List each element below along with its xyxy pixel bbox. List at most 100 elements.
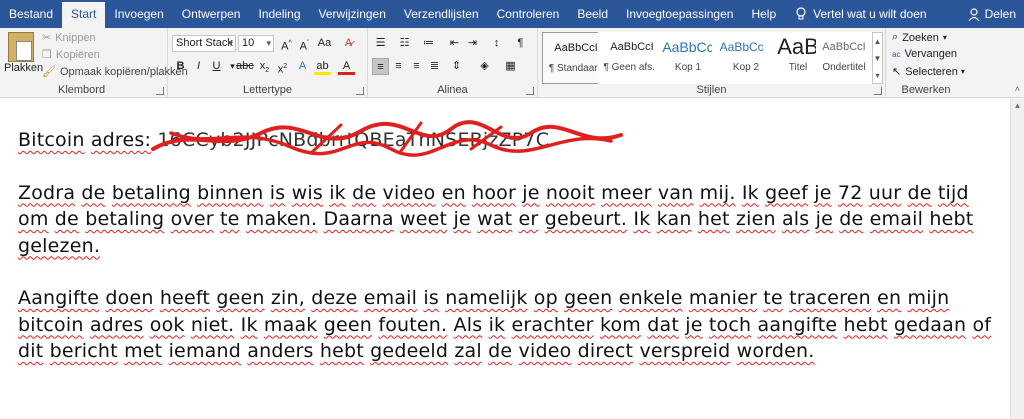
replace-label: Vervangen: [904, 48, 958, 60]
align-center-icon[interactable]: ≡: [390, 58, 407, 75]
share-button[interactable]: Delen: [968, 0, 1016, 28]
font-group-label: Lettertype: [243, 84, 292, 96]
select-button[interactable]: ↖ Selecteren ▾: [892, 65, 965, 79]
word: geen: [216, 287, 265, 309]
word: als: [781, 208, 810, 230]
cut-button[interactable]: ✂ Knippen: [42, 31, 96, 45]
word: te: [219, 208, 240, 230]
tab-help[interactable]: Help: [742, 0, 785, 28]
document-page[interactable]: Bitcoin adres: 16CCyb2JJPcNBdbrrtQBEaThN…: [18, 120, 993, 365]
font-size-select[interactable]: 10: [238, 35, 274, 52]
tab-controleren[interactable]: Controleren: [488, 0, 569, 28]
word: de: [839, 208, 864, 230]
strikethrough-icon[interactable]: abc: [236, 58, 254, 75]
multilevel-list-icon[interactable]: ≔: [420, 35, 437, 52]
tab-invoegtoepassingen[interactable]: Invoegtoepassingen: [617, 0, 742, 28]
address-value: 16CCyb2JJPcNBdbrrtQBEaThNSEBjzZP7C: [157, 129, 550, 151]
word: adres: [89, 313, 144, 336]
scroll-up-icon[interactable]: ▲: [1011, 99, 1024, 113]
search-icon: ⌕: [892, 31, 899, 43]
paragraph-group: ☰ ☷ ≔ ⇤ ⇥ ↕ ¶ ≡ ≡ ≡ ≣ ⇕ ◈ ▦ Alinea: [368, 28, 538, 98]
collapse-ribbon-icon[interactable]: ˄: [1015, 84, 1020, 94]
chevron-down-icon: ▾: [960, 67, 965, 76]
highlight-icon[interactable]: ab: [314, 58, 331, 75]
show-marks-icon[interactable]: ¶: [512, 35, 529, 52]
word: dat: [647, 313, 680, 336]
word: hoor: [472, 181, 516, 204]
word: bitcoin: [18, 313, 84, 336]
bullets-icon[interactable]: ☰: [372, 35, 389, 52]
tab-bestand[interactable]: Bestand: [0, 0, 62, 28]
word: de: [54, 208, 79, 230]
word: direct: [577, 340, 634, 362]
tell-me-box[interactable]: Vertel wat u wilt doen: [795, 7, 927, 21]
word: dit: [18, 340, 44, 362]
align-right-icon[interactable]: ≡: [408, 58, 425, 75]
word: de: [81, 181, 106, 204]
word: binnen: [197, 181, 264, 204]
tab-start[interactable]: Start: [62, 2, 106, 28]
word: ik: [329, 181, 346, 204]
paste-button[interactable]: Plakken: [4, 32, 43, 74]
clipboard-dialog-launcher[interactable]: [156, 87, 164, 95]
font-dialog-launcher[interactable]: [356, 87, 364, 95]
paragraph-police: Aangifte doen heeft geen zin, deze email…: [18, 285, 993, 365]
tab-invoegen[interactable]: Invoegen: [105, 0, 172, 28]
underline-icon[interactable]: U: [208, 58, 225, 75]
tab-verwijzingen[interactable]: Verwijzingen: [310, 0, 395, 28]
find-button[interactable]: ⌕ Zoeken ▾: [892, 31, 947, 44]
italic-icon[interactable]: I: [190, 58, 207, 75]
decrease-indent-icon[interactable]: ⇤: [446, 35, 463, 52]
font-name-select[interactable]: Short Stack: [172, 35, 236, 52]
ribbon: Plakken ✂ Knippen ❐ Kopiëren 🖌 Opmaak ko…: [0, 28, 1024, 98]
tab-ontwerpen[interactable]: Ontwerpen: [173, 0, 250, 28]
subscript-icon[interactable]: x2: [256, 58, 273, 75]
word: Daarna: [323, 208, 394, 230]
align-left-icon[interactable]: ≡: [372, 58, 389, 75]
styles-group-label: Stijlen: [696, 84, 727, 96]
increase-indent-icon[interactable]: ⇥: [464, 35, 481, 52]
copy-icon: ❐: [42, 49, 52, 61]
word: gebeurt.: [544, 208, 628, 230]
style-ondertitel[interactable]: AaBbCcI Ondertitel: [816, 32, 872, 84]
word: of: [972, 313, 992, 336]
word: met: [124, 340, 163, 362]
superscript-icon[interactable]: x2: [274, 58, 291, 76]
tab-indeling[interactable]: Indeling: [249, 0, 309, 28]
word: erachter: [511, 313, 594, 336]
font-color-icon[interactable]: A: [338, 58, 355, 75]
word: geen: [564, 287, 613, 309]
word: je: [522, 181, 540, 204]
paragraph-group-label: Alinea: [437, 84, 468, 96]
word: heeft: [159, 287, 211, 309]
paragraph-dialog-launcher[interactable]: [526, 87, 534, 95]
word: toch: [708, 313, 752, 336]
vertical-scrollbar[interactable]: ▲: [1010, 99, 1024, 419]
change-case-icon[interactable]: Aa: [316, 35, 333, 52]
word: van: [657, 181, 694, 204]
word: deze: [311, 287, 358, 309]
bold-icon[interactable]: B: [172, 58, 189, 75]
format-painter-button[interactable]: 🖌 Opmaak kopiëren/plakken: [42, 65, 188, 79]
editing-group: ⌕ Zoeken ▾ ac Vervangen ↖ Selecteren ▾ B…: [886, 28, 966, 98]
tab-verzendlijsten[interactable]: Verzendlijsten: [395, 0, 488, 28]
tab-beeld[interactable]: Beeld: [568, 0, 617, 28]
replace-button[interactable]: ac Vervangen: [892, 48, 957, 60]
shading-icon[interactable]: ◈: [476, 58, 493, 75]
word: betaling: [85, 208, 165, 230]
sort-icon[interactable]: ↕: [488, 35, 505, 52]
shrink-font-icon[interactable]: Aˇ: [296, 35, 313, 53]
word: hebt: [319, 340, 364, 362]
word: ook: [149, 313, 185, 336]
styles-dialog-launcher[interactable]: [874, 87, 882, 95]
styles-gallery-scroll[interactable]: ▲ ▼ ▾: [872, 32, 883, 84]
copy-button[interactable]: ❐ Kopiëren: [42, 48, 100, 62]
grow-font-icon[interactable]: A^: [278, 35, 295, 53]
numbering-icon[interactable]: ☷: [396, 35, 413, 52]
justify-icon[interactable]: ≣: [426, 58, 443, 75]
borders-icon[interactable]: ▦: [502, 58, 519, 75]
ribbon-tab-bar: Bestand Start Invoegen Ontwerpen Indelin…: [0, 0, 1024, 28]
line-spacing-icon[interactable]: ⇕: [448, 58, 465, 75]
clear-formatting-icon[interactable]: A̷: [340, 35, 357, 52]
text-effects-icon[interactable]: A: [294, 58, 311, 75]
